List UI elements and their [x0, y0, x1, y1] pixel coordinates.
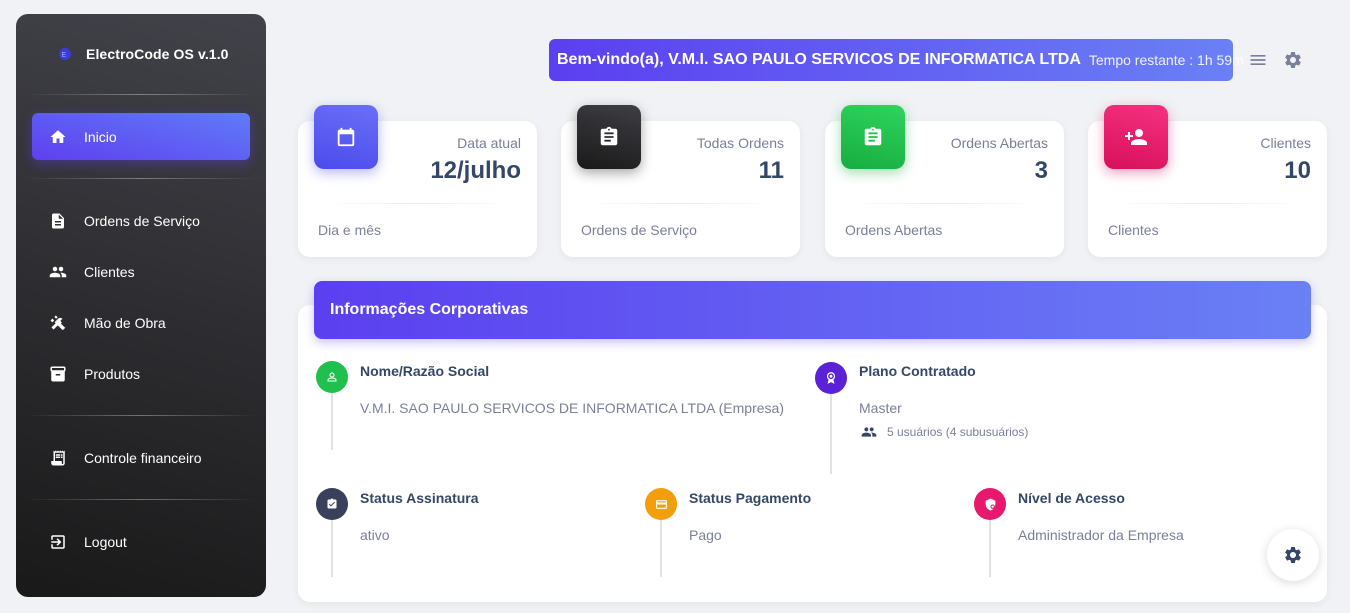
sidebar-item-clientes[interactable]: Clientes — [32, 248, 250, 295]
plan-users-text: 5 usuários (4 subusuários) — [887, 425, 1029, 439]
company-name-title: Nome/Razão Social — [360, 363, 490, 379]
timeline-line — [989, 519, 991, 577]
sidebar-item-label: Inicio — [84, 128, 117, 145]
user-icon — [316, 361, 348, 393]
plan-users: 5 usuários (4 subusuários) — [859, 424, 1028, 440]
stat-label: Ordens Abertas — [950, 135, 1048, 151]
stat-footer: Ordens Abertas — [845, 222, 943, 238]
brand-name: ElectroCode OS v.1.0 — [86, 46, 229, 62]
corporate-info-header: Informações Corporativas — [314, 281, 1311, 339]
stat-card-data-atual: Data atual 12/julho Dia e mês — [298, 105, 537, 257]
credit-card-icon — [645, 488, 677, 520]
access-level-value: Administrador da Empresa — [1018, 527, 1184, 543]
sidebar-item-label: Controle financeiro — [84, 449, 202, 466]
person-add-icon — [1104, 105, 1168, 169]
menu-icon[interactable] — [1248, 50, 1268, 70]
card-divider — [1108, 203, 1307, 204]
plan-value: Master — [859, 400, 902, 416]
stat-footer: Ordens de Serviço — [581, 222, 697, 238]
sidebar-item-ordens-de-servico[interactable]: Ordens de Serviço — [32, 197, 250, 244]
welcome-banner: Bem-vindo(a), V.M.I. SAO PAULO SERVICOS … — [549, 39, 1244, 81]
sidebar-divider — [24, 499, 258, 500]
stat-footer: Dia e mês — [318, 222, 382, 238]
card-divider — [318, 203, 517, 204]
logout-icon — [49, 533, 67, 551]
welcome-text: Bem-vindo(a), V.M.I. SAO PAULO SERVICOS … — [557, 51, 1081, 68]
sidebar-divider — [24, 415, 258, 416]
subscription-status-value: ativo — [360, 527, 390, 543]
badge-icon — [815, 362, 847, 394]
receipt-icon — [49, 449, 67, 467]
svg-text:E: E — [62, 52, 67, 59]
timeline-line — [331, 519, 333, 577]
subscription-status-title: Status Assinatura — [360, 490, 479, 506]
gear-icon — [1283, 545, 1303, 565]
stat-label: Todas Ordens — [696, 135, 784, 151]
sidebar-item-label: Produtos — [84, 365, 141, 382]
corporate-info-panel — [298, 305, 1327, 602]
stat-footer: Clientes — [1108, 222, 1159, 238]
shield-icon — [974, 488, 1006, 520]
sidebar-item-label: Logout — [84, 533, 127, 550]
stat-value: 10 — [1284, 157, 1311, 184]
sidebar-item-label: Clientes — [84, 263, 135, 280]
timeline-line — [830, 392, 832, 474]
calendar-icon — [314, 105, 378, 169]
tools-icon — [49, 314, 67, 332]
settings-fab-button[interactable] — [1267, 529, 1319, 581]
logo-icon: E — [58, 47, 72, 61]
document-icon — [49, 212, 67, 230]
gear-icon[interactable] — [1283, 50, 1303, 70]
payment-status-title: Status Pagamento — [689, 490, 812, 506]
timeline-line — [660, 519, 662, 577]
clipboard-list-icon — [841, 105, 905, 169]
stat-value: 12/julho — [430, 157, 521, 184]
stat-label: Data atual — [457, 135, 521, 151]
payment-status-value: Pago — [689, 527, 722, 543]
plan-title: Plano Contratado — [859, 363, 976, 379]
stat-label: Clientes — [1260, 135, 1311, 151]
sidebar-item-mao-de-obra[interactable]: Mão de Obra — [32, 299, 250, 346]
stat-card-clientes: Clientes 10 Clientes — [1088, 105, 1327, 257]
card-divider — [845, 203, 1044, 204]
sidebar-item-label: Mão de Obra — [84, 314, 166, 331]
session-timer: Tempo restante : 1h 59m — [1088, 52, 1244, 68]
people-icon — [49, 263, 67, 281]
sidebar: E ElectroCode OS v.1.0 Inicio Ordens de … — [16, 14, 266, 597]
card-divider — [581, 203, 780, 204]
company-name-value: V.M.I. SAO PAULO SERVICOS DE INFORMATICA… — [360, 400, 784, 416]
sidebar-item-inicio[interactable]: Inicio — [32, 113, 250, 160]
sidebar-item-logout[interactable]: Logout — [32, 518, 250, 565]
home-icon — [49, 128, 67, 146]
stat-card-ordens-abertas: Ordens Abertas 3 Ordens Abertas — [825, 105, 1064, 257]
stat-card-todas-ordens: Todas Ordens 11 Ordens de Serviço — [561, 105, 800, 257]
group-icon — [859, 424, 879, 440]
stat-value: 3 — [1034, 157, 1048, 184]
stat-value: 11 — [758, 157, 784, 184]
sidebar-divider — [24, 178, 258, 179]
brand[interactable]: E ElectroCode OS v.1.0 — [16, 14, 266, 94]
access-level-title: Nível de Acesso — [1018, 490, 1125, 506]
archive-icon — [49, 365, 67, 383]
sidebar-divider — [24, 94, 258, 95]
sidebar-item-produtos[interactable]: Produtos — [32, 350, 250, 397]
clipboard-check-icon — [316, 488, 348, 520]
clipboard-icon — [577, 105, 641, 169]
sidebar-item-label: Ordens de Serviço — [84, 212, 200, 229]
timeline-line — [331, 392, 333, 450]
sidebar-item-controle-financeiro[interactable]: Controle financeiro — [32, 434, 250, 481]
